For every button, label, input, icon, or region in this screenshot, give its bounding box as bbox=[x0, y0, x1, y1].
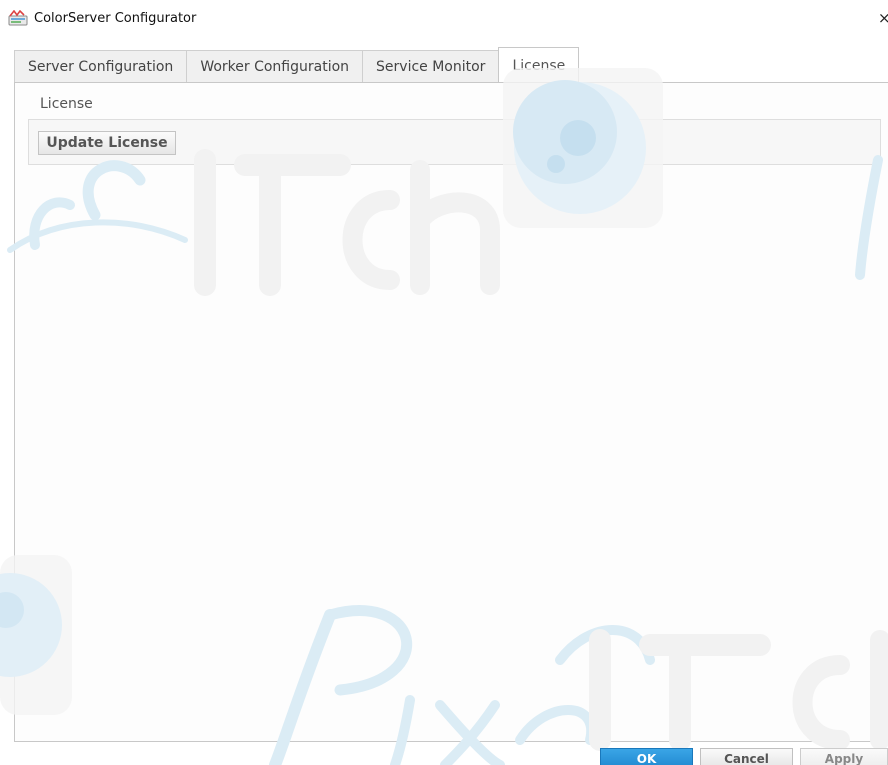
close-icon[interactable]: × bbox=[878, 8, 888, 28]
title-bar: ColorServer Configurator × bbox=[0, 0, 888, 40]
tab-service-monitor[interactable]: Service Monitor bbox=[362, 50, 500, 82]
window-title: ColorServer Configurator bbox=[34, 11, 197, 26]
license-groupbox: Update License bbox=[28, 119, 881, 165]
license-section-label: License bbox=[40, 96, 93, 112]
tab-license[interactable]: License bbox=[498, 47, 580, 82]
colorserver-app-icon bbox=[8, 9, 28, 26]
license-tab-panel: License Update License bbox=[14, 82, 888, 742]
configurator-window: ColorServer Configurator × Server Config… bbox=[0, 0, 888, 765]
tab-server-configuration[interactable]: Server Configuration bbox=[14, 50, 188, 82]
tab-worker-configuration[interactable]: Worker Configuration bbox=[186, 50, 364, 82]
ok-button[interactable]: OK bbox=[600, 748, 693, 765]
update-license-button[interactable]: Update License bbox=[38, 131, 176, 155]
tab-strip: Server Configuration Worker Configuratio… bbox=[14, 47, 580, 82]
apply-button[interactable]: Apply bbox=[800, 748, 888, 765]
cancel-button[interactable]: Cancel bbox=[700, 748, 793, 765]
